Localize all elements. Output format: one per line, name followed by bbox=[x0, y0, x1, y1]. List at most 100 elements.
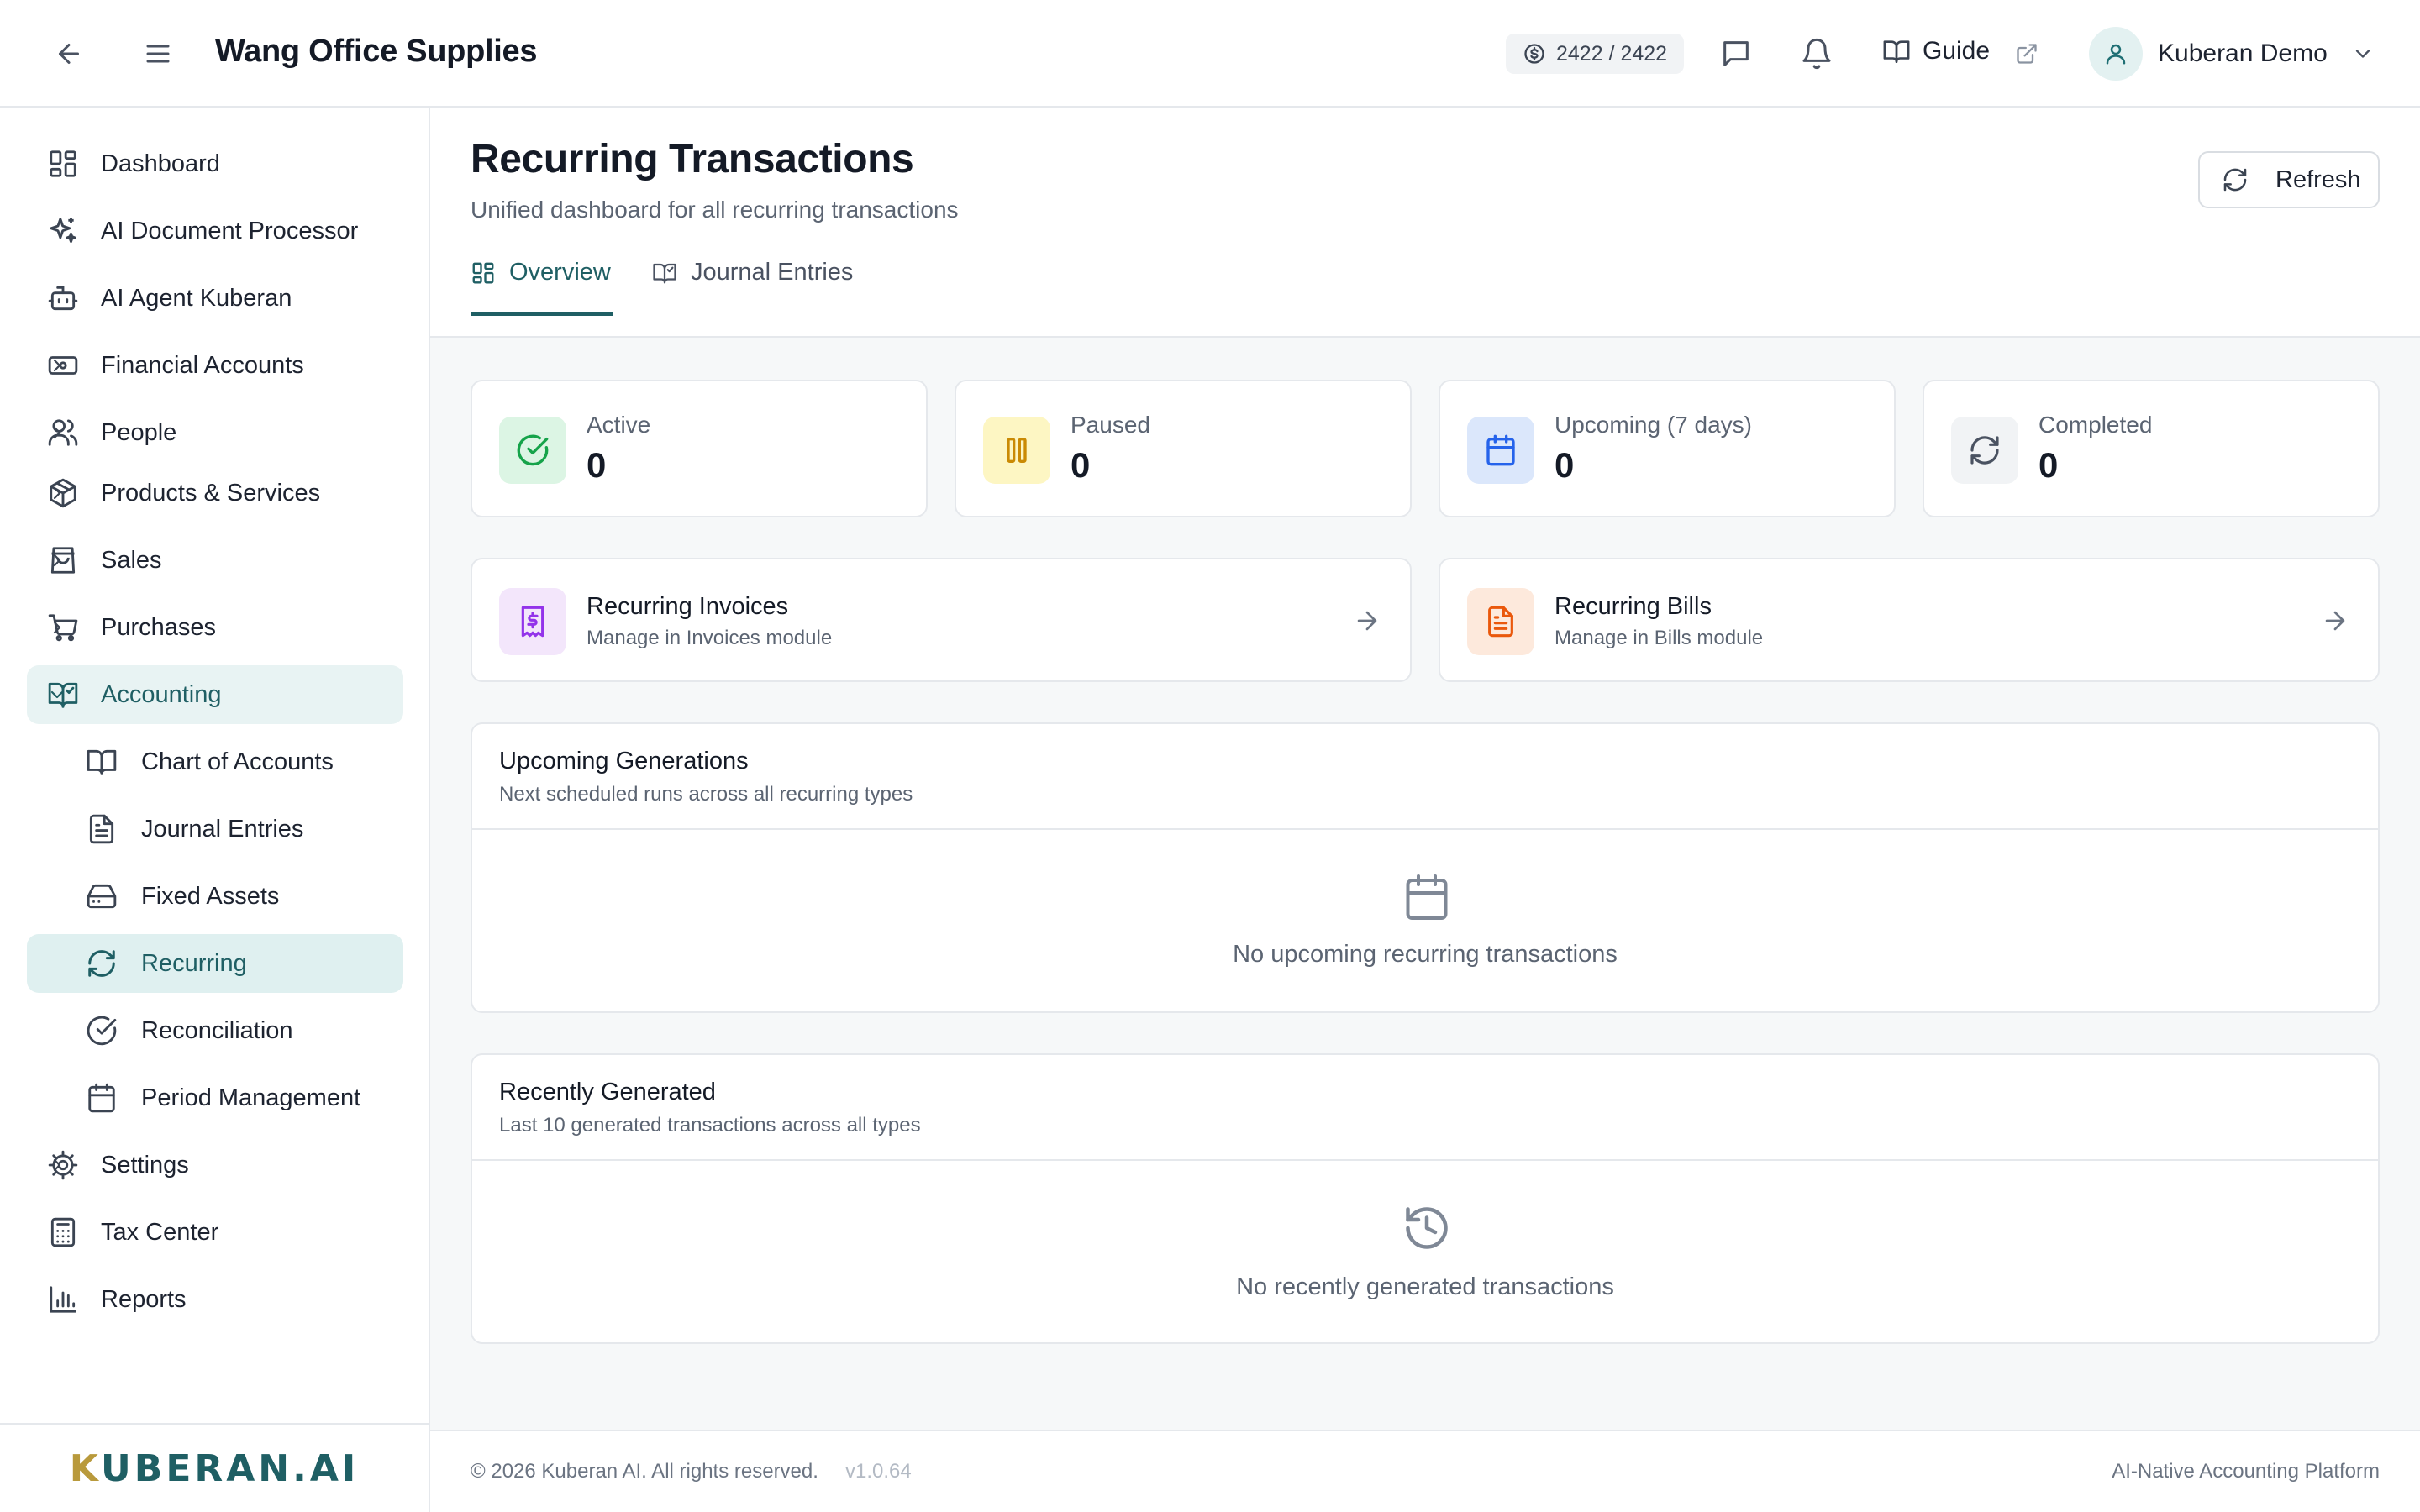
page-footer: © 2026 Kuberan AI. All rights reserved. … bbox=[430, 1430, 2420, 1512]
recently-generated-panel: Recently Generated Last 10 generated tra… bbox=[471, 1053, 2380, 1344]
stat-label: Upcoming (7 days) bbox=[1555, 412, 1752, 438]
refresh-label: Refresh bbox=[2275, 165, 2361, 193]
arrow-right-icon[interactable] bbox=[2321, 606, 2349, 635]
sidebar-item-chart-of-accounts[interactable]: Chart of Accounts bbox=[27, 732, 403, 791]
recurring-bills-card[interactable]: Recurring Bills Manage in Bills module bbox=[1439, 558, 2380, 682]
hard-drive-icon bbox=[86, 880, 118, 912]
refresh-icon bbox=[2222, 166, 2249, 193]
file-text-icon bbox=[1484, 605, 1518, 638]
link-subtitle: Manage in Bills module bbox=[1555, 627, 1764, 649]
link-badge bbox=[499, 588, 566, 655]
link-title: Recurring Bills bbox=[1555, 593, 1712, 620]
sidebar-item-settings[interactable]: Settings bbox=[27, 1136, 403, 1194]
sidebar-item-label: Products & Services bbox=[101, 479, 321, 507]
sidebar-item-reports[interactable]: Reports bbox=[27, 1270, 403, 1329]
chevron-right-icon bbox=[47, 483, 67, 503]
panel-subtitle: Next scheduled runs across all recurring… bbox=[499, 783, 913, 806]
page-title: Recurring Transactions bbox=[471, 137, 914, 181]
calendar-icon bbox=[86, 1082, 118, 1114]
book-open-icon bbox=[86, 746, 118, 778]
sidebar-item-fixed-assets[interactable]: Fixed Assets bbox=[27, 867, 403, 926]
sidebar-item-label: Journal Entries bbox=[141, 815, 304, 843]
sidebar-item-label: Accounting bbox=[101, 680, 222, 708]
guide-link[interactable]: Guide bbox=[1882, 37, 1990, 66]
sidebar-item-label: Recurring bbox=[141, 949, 247, 977]
sidebar-item-sales[interactable]: Sales bbox=[27, 531, 403, 590]
history-icon bbox=[1402, 1203, 1452, 1253]
stat-label: Completed bbox=[2039, 412, 2153, 438]
user-icon bbox=[2103, 41, 2128, 66]
tab-overview[interactable]: Overview bbox=[471, 259, 613, 316]
chevron-right-icon bbox=[47, 1155, 67, 1175]
bell-icon[interactable] bbox=[1800, 37, 1833, 71]
coin-icon bbox=[1523, 42, 1546, 66]
copyright-text: © 2026 Kuberan AI. All rights reserved. bbox=[471, 1460, 818, 1483]
check-circle-icon bbox=[516, 433, 550, 467]
link-subtitle: Manage in Invoices module bbox=[587, 627, 833, 649]
tab-label: Overview bbox=[509, 259, 611, 286]
sidebar-item-ai-agent[interactable]: AI Agent Kuberan bbox=[27, 269, 403, 328]
recurring-invoices-card[interactable]: Recurring Invoices Manage in Invoices mo… bbox=[471, 558, 1412, 682]
sidebar-item-label: Reconciliation bbox=[141, 1016, 293, 1044]
empty-state-text: No recently generated transactions bbox=[1236, 1273, 1614, 1300]
sidebar: Dashboard AI Document Processor AI Agent… bbox=[0, 108, 430, 1512]
file-text-icon bbox=[86, 813, 118, 845]
hamburger-menu-icon[interactable] bbox=[143, 39, 173, 69]
book-check-icon bbox=[652, 260, 677, 286]
stat-label: Active bbox=[587, 412, 651, 438]
sidebar-item-label: Period Management bbox=[141, 1084, 361, 1111]
stat-card-paused: Paused 0 bbox=[955, 380, 1412, 517]
sidebar-item-purchases[interactable]: Purchases bbox=[27, 598, 403, 657]
chat-icon[interactable] bbox=[1719, 37, 1753, 71]
chevron-down-icon bbox=[47, 685, 67, 705]
calendar-icon bbox=[1484, 433, 1518, 467]
top-bar: Wang Office Supplies 2422 / 2422 Guide K… bbox=[0, 0, 2420, 108]
sidebar-item-label: Settings bbox=[101, 1151, 189, 1179]
panel-header: Recently Generated Last 10 generated tra… bbox=[472, 1055, 2378, 1161]
sidebar-item-dashboard[interactable]: Dashboard bbox=[27, 134, 403, 193]
back-arrow-icon[interactable] bbox=[54, 39, 84, 69]
external-link-icon[interactable] bbox=[2015, 42, 2039, 66]
stat-label: Paused bbox=[1071, 412, 1150, 438]
upcoming-generations-panel: Upcoming Generations Next scheduled runs… bbox=[471, 722, 2380, 1013]
link-badge bbox=[1467, 588, 1534, 655]
sidebar-item-label: Dashboard bbox=[101, 150, 220, 177]
sidebar-item-label: Chart of Accounts bbox=[141, 748, 334, 775]
sidebar-item-ai-document-processor[interactable]: AI Document Processor bbox=[27, 202, 403, 260]
panel-title: Upcoming Generations bbox=[499, 748, 749, 774]
sidebar-item-reconciliation[interactable]: Reconciliation bbox=[27, 1001, 403, 1060]
stat-value: 0 bbox=[587, 445, 607, 485]
calculator-icon bbox=[47, 1216, 79, 1248]
sidebar-footer: KUBERAN.AI bbox=[0, 1423, 429, 1512]
refresh-icon bbox=[86, 948, 118, 979]
stat-value: 0 bbox=[1555, 445, 1575, 485]
kuberan-logo: KUBERAN.AI bbox=[69, 1446, 360, 1490]
bar-chart-icon bbox=[47, 1284, 79, 1315]
sidebar-item-recurring[interactable]: Recurring bbox=[27, 934, 403, 993]
panel-subtitle: Last 10 generated transactions across al… bbox=[499, 1114, 921, 1137]
arrow-right-icon[interactable] bbox=[1353, 606, 1381, 635]
dashboard-icon bbox=[47, 148, 79, 180]
refresh-button[interactable]: Refresh bbox=[2198, 151, 2380, 208]
sidebar-item-people[interactable]: People bbox=[27, 403, 403, 462]
credits-badge[interactable]: 2422 / 2422 bbox=[1506, 34, 1684, 74]
check-circle-icon bbox=[86, 1015, 118, 1047]
credits-count: 2422 / 2422 bbox=[1556, 41, 1668, 66]
book-open-icon bbox=[1882, 37, 1911, 66]
sidebar-item-tax-center[interactable]: Tax Center bbox=[27, 1203, 403, 1262]
chevron-down-icon bbox=[2351, 42, 2375, 66]
dashboard-icon bbox=[471, 260, 496, 286]
avatar bbox=[2089, 27, 2143, 81]
tab-label: Journal Entries bbox=[691, 259, 854, 286]
sidebar-item-label: AI Agent Kuberan bbox=[101, 284, 292, 312]
sidebar-item-journal-entries[interactable]: Journal Entries bbox=[27, 800, 403, 858]
sidebar-item-financial-accounts[interactable]: Financial Accounts bbox=[27, 336, 403, 395]
user-menu[interactable]: Kuberan Demo bbox=[2089, 27, 2375, 81]
chevron-right-icon bbox=[47, 423, 67, 443]
tab-journal-entries[interactable]: Journal Entries bbox=[652, 259, 853, 314]
sidebar-item-products-services[interactable]: Products & Services bbox=[27, 464, 403, 522]
sidebar-item-period-management[interactable]: Period Management bbox=[27, 1068, 403, 1127]
page-subtitle: Unified dashboard for all recurring tran… bbox=[471, 197, 959, 223]
sidebar-item-label: Tax Center bbox=[101, 1218, 219, 1246]
sidebar-item-accounting[interactable]: Accounting bbox=[27, 665, 403, 724]
